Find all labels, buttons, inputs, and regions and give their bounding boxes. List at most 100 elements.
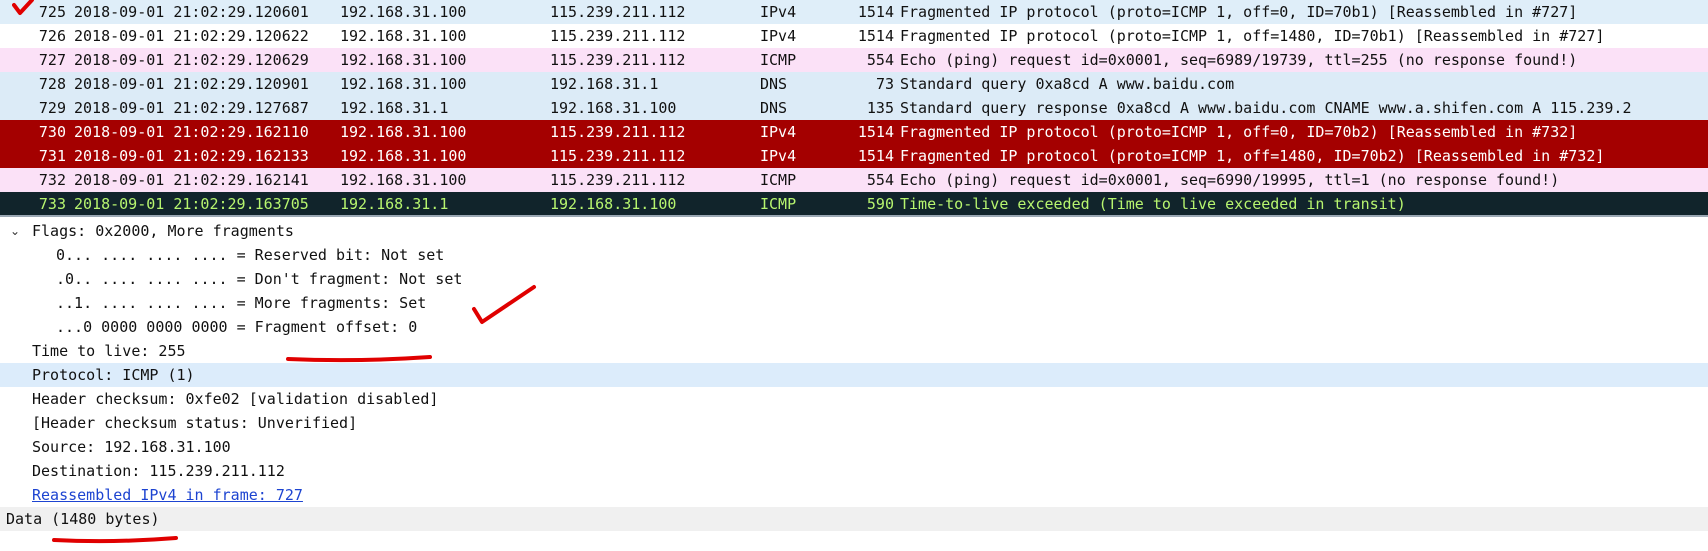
packet-number: 729 (38, 99, 66, 117)
packet-length: 590 (866, 195, 894, 213)
packet-length: 73 (875, 75, 894, 93)
packet-details[interactable]: ⌄ Flags: 0x2000, More fragments 0... ...… (0, 219, 1708, 551)
packet-length: 1514 (857, 3, 894, 21)
packet-number: 726 (38, 27, 66, 45)
packet-time: 2018-09-01 21:02:29.162141 (74, 171, 309, 189)
packet-number: 728 (38, 75, 66, 93)
packet-length: 135 (866, 99, 894, 117)
packet-number: 725 (38, 3, 66, 21)
packet-length: 554 (866, 51, 894, 69)
source-address: Source: 192.168.31.100 (32, 438, 231, 456)
packet-row[interactable]: 729 2018-09-01 21:02:29.127687 192.168.3… (0, 96, 1708, 120)
packet-time: 2018-09-01 21:02:29.162110 (74, 123, 309, 141)
packet-time: 2018-09-01 21:02:29.162133 (74, 147, 309, 165)
packet-protocol: IPv4 (760, 27, 797, 45)
tree-item-protocol[interactable]: Protocol: ICMP (1) (0, 363, 1708, 387)
packet-source: 192.168.31.100 (340, 27, 467, 45)
packet-source: 192.168.31.1 (340, 195, 449, 213)
tree-item-reassembled[interactable]: Reassembled IPv4 in frame: 727 (0, 483, 1708, 507)
packet-row[interactable]: 732 2018-09-01 21:02:29.162141 192.168.3… (0, 168, 1708, 192)
chevron-down-icon[interactable]: ⌄ (8, 219, 22, 243)
packet-source: 192.168.31.100 (340, 3, 467, 21)
packet-number: 727 (38, 51, 66, 69)
packet-info: Fragmented IP protocol (proto=ICMP 1, of… (900, 27, 1605, 45)
packet-row[interactable]: 727 2018-09-01 21:02:29.120629 192.168.3… (0, 48, 1708, 72)
packet-destination: 115.239.211.112 (550, 51, 686, 69)
packet-time: 2018-09-01 21:02:29.120629 (74, 51, 309, 69)
packet-protocol: IPv4 (760, 3, 797, 21)
tree-item-source[interactable]: Source: 192.168.31.100 (0, 435, 1708, 459)
packet-row[interactable]: 728 2018-09-01 21:02:29.120901 192.168.3… (0, 72, 1708, 96)
flags-header: Flags: 0x2000, More fragments (32, 222, 294, 240)
packet-info: Echo (ping) request id=0x0001, seq=6989/… (900, 51, 1578, 69)
packet-protocol: IPv4 (760, 123, 797, 141)
packet-time: 2018-09-01 21:02:29.120901 (74, 75, 309, 93)
packet-protocol: DNS (760, 99, 788, 117)
underline-annotation (52, 536, 178, 544)
packet-protocol: IPv4 (760, 147, 797, 165)
packet-source: 192.168.31.100 (340, 123, 467, 141)
packet-number: 731 (38, 147, 66, 165)
tree-item-reserved-bit[interactable]: 0... .... .... .... = Reserved bit: Not … (0, 243, 1708, 267)
packet-info: Fragmented IP protocol (proto=ICMP 1, of… (900, 3, 1578, 21)
packet-number: 733 (38, 195, 66, 213)
tree-item-ttl[interactable]: Time to live: 255 (0, 339, 1708, 363)
packet-row[interactable]: 733 2018-09-01 21:02:29.163705 192.168.3… (0, 192, 1708, 215)
packet-destination: 115.239.211.112 (550, 27, 686, 45)
packet-length: 1514 (857, 27, 894, 45)
packet-info: Standard query response 0xa8cd A www.bai… (900, 99, 1632, 117)
tree-item-fragment-offset[interactable]: ...0 0000 0000 0000 = Fragment offset: 0 (0, 315, 1708, 339)
packet-destination: 192.168.31.100 (550, 99, 677, 117)
packet-time: 2018-09-01 21:02:29.163705 (74, 195, 309, 213)
packet-source: 192.168.31.1 (340, 99, 449, 117)
packet-destination: 115.239.211.112 (550, 147, 686, 165)
packet-row[interactable]: 725 2018-09-01 21:02:29.120601 192.168.3… (0, 0, 1708, 24)
destination-address: Destination: 115.239.211.112 (32, 462, 285, 480)
packet-destination: 115.239.211.112 (550, 123, 686, 141)
tree-item-data[interactable]: Data (1480 bytes) (0, 507, 1708, 531)
packet-protocol: ICMP (760, 195, 797, 213)
tree-item-more-fragments[interactable]: ..1. .... .... .... = More fragments: Se… (0, 291, 1708, 315)
reassembled-link[interactable]: Reassembled IPv4 in frame: 727 (32, 483, 303, 507)
packet-time: 2018-09-01 21:02:29.120601 (74, 3, 309, 21)
packet-info: Fragmented IP protocol (proto=ICMP 1, of… (900, 123, 1578, 141)
tree-item-destination[interactable]: Destination: 115.239.211.112 (0, 459, 1708, 483)
tree-item-checksum-status[interactable]: [Header checksum status: Unverified] (0, 411, 1708, 435)
packet-source: 192.168.31.100 (340, 171, 467, 189)
data-section: Data (1480 bytes) (6, 510, 160, 528)
packet-source: 192.168.31.100 (340, 147, 467, 165)
packet-time: 2018-09-01 21:02:29.120622 (74, 27, 309, 45)
packet-info: Echo (ping) request id=0x0001, seq=6990/… (900, 171, 1560, 189)
packet-source: 192.168.31.100 (340, 51, 467, 69)
packet-number: 732 (38, 171, 66, 189)
packet-protocol: ICMP (760, 51, 797, 69)
packet-row[interactable]: 726 2018-09-01 21:02:29.120622 192.168.3… (0, 24, 1708, 48)
tree-item-dont-fragment[interactable]: .0.. .... .... .... = Don't fragment: No… (0, 267, 1708, 291)
packet-protocol: ICMP (760, 171, 797, 189)
more-fragments: ..1. .... .... .... = More fragments: Se… (56, 294, 427, 312)
packet-destination: 192.168.31.100 (550, 195, 677, 213)
packet-destination: 192.168.31.1 (550, 75, 659, 93)
packet-list[interactable]: 725 2018-09-01 21:02:29.120601 192.168.3… (0, 0, 1708, 217)
packet-source: 192.168.31.100 (340, 75, 467, 93)
protocol-field: Protocol: ICMP (1) (32, 366, 195, 384)
packet-time: 2018-09-01 21:02:29.127687 (74, 99, 309, 117)
dont-fragment: .0.. .... .... .... = Don't fragment: No… (56, 270, 463, 288)
wireshark-window: 725 2018-09-01 21:02:29.120601 192.168.3… (0, 0, 1708, 551)
tree-item-flags[interactable]: ⌄ Flags: 0x2000, More fragments (0, 219, 1708, 243)
time-to-live: Time to live: 255 (32, 342, 186, 360)
tree-item-checksum[interactable]: Header checksum: 0xfe02 [validation disa… (0, 387, 1708, 411)
checksum-status: [Header checksum status: Unverified] (32, 414, 358, 432)
reserved-bit: 0... .... .... .... = Reserved bit: Not … (56, 246, 445, 264)
packet-info: Standard query 0xa8cd A www.baidu.com (900, 75, 1235, 93)
packet-destination: 115.239.211.112 (550, 171, 686, 189)
header-checksum: Header checksum: 0xfe02 [validation disa… (32, 390, 439, 408)
fragment-offset: ...0 0000 0000 0000 = Fragment offset: 0 (56, 318, 418, 336)
packet-length: 554 (866, 171, 894, 189)
packet-length: 1514 (857, 147, 894, 165)
packet-length: 1514 (857, 123, 894, 141)
packet-destination: 115.239.211.112 (550, 3, 686, 21)
packet-row[interactable]: 730 2018-09-01 21:02:29.162110 192.168.3… (0, 120, 1708, 144)
packet-info: Fragmented IP protocol (proto=ICMP 1, of… (900, 147, 1605, 165)
packet-row[interactable]: 731 2018-09-01 21:02:29.162133 192.168.3… (0, 144, 1708, 168)
